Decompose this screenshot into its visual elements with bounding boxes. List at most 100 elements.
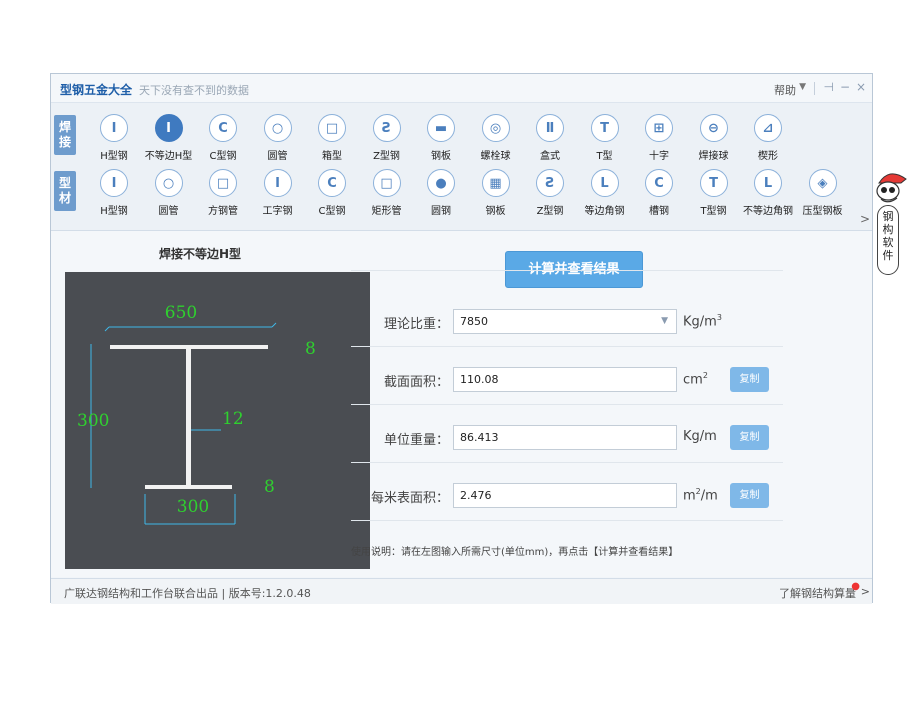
z-section-icon: Ƨ bbox=[372, 114, 401, 142]
app-title: 型钢五金大全 bbox=[60, 83, 133, 97]
divider bbox=[351, 404, 783, 405]
app-subtitle: 天下没有查不到的数据 bbox=[139, 84, 249, 97]
cross-section-icon: ⊞ bbox=[645, 114, 673, 142]
equal-angle-icon: L bbox=[590, 169, 619, 197]
welding-item[interactable]: T T型 bbox=[577, 114, 633, 164]
result-field[interactable]: 110.08 bbox=[453, 367, 677, 392]
mascot[interactable]: 钢 构 软 件 bbox=[873, 169, 909, 279]
copy-button[interactable]: 复制 bbox=[730, 425, 769, 450]
profile-item[interactable]: □ 方钢管 bbox=[195, 169, 251, 219]
h-beam-diagram: 650 8 300 12 8 300 bbox=[77, 303, 316, 525]
copy-button[interactable]: 复制 bbox=[730, 483, 769, 508]
unit-suffix: /m bbox=[700, 488, 718, 504]
minimize-icon[interactable]: − bbox=[840, 80, 850, 94]
i-beam-icon: I bbox=[100, 169, 128, 197]
mascot-char: 构 bbox=[882, 223, 894, 236]
profile-item-label: 钢板 bbox=[485, 206, 506, 217]
unequal-angle-icon: L bbox=[754, 169, 782, 197]
profile-item-label: 方钢管 bbox=[208, 206, 238, 217]
unequal-h-beam-icon: I bbox=[154, 114, 183, 142]
welding-item[interactable]: □ 箱型 bbox=[304, 114, 360, 164]
mascot-char: 件 bbox=[882, 249, 894, 262]
copy-button[interactable]: 复制 bbox=[730, 367, 769, 392]
chevron-right-icon[interactable]: > bbox=[860, 212, 870, 226]
section-drawing: 650 8 300 12 8 300 bbox=[65, 272, 370, 569]
profile-item[interactable]: L 不等边角钢 bbox=[740, 169, 796, 219]
result-field[interactable]: 2.476 bbox=[453, 483, 677, 508]
profile-item[interactable]: C C型钢 bbox=[304, 169, 360, 219]
welding-item[interactable]: Ⅱ 盒式 bbox=[522, 114, 578, 164]
profile-item[interactable]: ○ 圆管 bbox=[141, 169, 197, 219]
density-select[interactable]: 7850 ▼ bbox=[453, 309, 677, 334]
chevron-down-icon[interactable]: ▼ bbox=[661, 310, 668, 333]
chevron-right-icon[interactable]: > bbox=[861, 585, 870, 598]
steel-plate-icon: ▬ bbox=[427, 114, 455, 142]
profile-item[interactable]: L 等边角钢 bbox=[577, 169, 633, 219]
field-value: 2.476 bbox=[460, 489, 492, 502]
profile-item[interactable]: I H型钢 bbox=[86, 169, 142, 219]
divider bbox=[351, 346, 783, 347]
divider bbox=[351, 270, 783, 271]
unit-base: cm bbox=[683, 372, 703, 388]
profile-item[interactable]: ▦ 钢板 bbox=[468, 169, 524, 219]
close-icon[interactable]: × bbox=[856, 80, 866, 94]
profile-item[interactable]: T T型钢 bbox=[686, 169, 742, 219]
welding-item[interactable]: Ƨ Z型钢 bbox=[359, 114, 415, 164]
welding-item[interactable]: ⊞ 十字 bbox=[631, 114, 687, 164]
tab-profile-char: 型 bbox=[58, 176, 71, 190]
result-field[interactable]: 86.413 bbox=[453, 425, 677, 450]
welding-item-label: 十字 bbox=[649, 151, 669, 162]
profile-item[interactable]: ● 圆钢 bbox=[413, 169, 469, 219]
unit-label: Kg/m bbox=[683, 429, 717, 444]
profile-item[interactable]: C 槽钢 bbox=[631, 169, 687, 219]
welding-item-label: 圆管 bbox=[267, 151, 288, 162]
help-menu[interactable]: 帮助 bbox=[774, 82, 796, 98]
welding-item[interactable]: ○ 圆管 bbox=[250, 114, 306, 164]
welding-item-label: H型钢 bbox=[100, 151, 128, 162]
profile-item[interactable]: I 工字钢 bbox=[250, 169, 306, 219]
chevron-down-icon[interactable]: ▼ bbox=[799, 82, 806, 92]
tab-profile-char: 材 bbox=[58, 191, 71, 205]
mascot-char: 钢 bbox=[882, 210, 894, 223]
welding-item[interactable]: I H型钢 bbox=[86, 114, 142, 164]
t-section-icon: T bbox=[699, 169, 728, 197]
learn-more-link[interactable]: 了解钢结构算量 bbox=[779, 585, 856, 601]
welding-item-label: 楔形 bbox=[758, 151, 778, 162]
profile-item-label: 圆钢 bbox=[431, 206, 451, 217]
welding-item-label: 不等边H型 bbox=[144, 151, 193, 162]
channel-icon: C bbox=[645, 169, 673, 197]
tab-welding-char: 焊 bbox=[58, 120, 71, 134]
welding-item-label: T型 bbox=[596, 151, 613, 162]
welding-item-label: 箱型 bbox=[322, 151, 342, 162]
dim-bottom-thickness: 8 bbox=[264, 477, 275, 497]
profile-item-label: 槽钢 bbox=[649, 206, 669, 217]
welding-item[interactable]: I 不等边H型 bbox=[141, 114, 197, 164]
figure-title: 焊接不等边H型 bbox=[159, 247, 242, 261]
profile-item[interactable]: □ 矩形管 bbox=[359, 169, 415, 219]
round-tube-icon: ○ bbox=[154, 169, 183, 197]
box-section-icon: □ bbox=[318, 114, 346, 142]
profile-item-label: Z型钢 bbox=[536, 206, 564, 217]
welding-item[interactable]: ◎ 螺栓球 bbox=[468, 114, 524, 164]
dim-web-thickness: 12 bbox=[222, 409, 244, 429]
unit-label: Kg/m3 bbox=[683, 313, 722, 329]
dim-height: 300 bbox=[77, 411, 109, 431]
unit-exponent: 2 bbox=[702, 371, 708, 380]
c-channel-icon: C bbox=[209, 114, 237, 142]
round-bar-icon: ● bbox=[427, 169, 455, 197]
tab-profile[interactable]: 型 材 bbox=[54, 171, 76, 211]
profile-item[interactable]: Ƨ Z型钢 bbox=[522, 169, 578, 219]
round-tube-icon: ○ bbox=[263, 114, 292, 142]
welding-item[interactable]: C C型钢 bbox=[195, 114, 251, 164]
pin-icon[interactable]: ⊣ bbox=[824, 80, 834, 94]
welding-item[interactable]: ▬ 钢板 bbox=[413, 114, 469, 164]
welding-item[interactable]: ⊖ 焊接球 bbox=[686, 114, 742, 164]
field-value: 110.08 bbox=[460, 373, 499, 386]
divider bbox=[351, 462, 783, 463]
profile-item[interactable]: ◈ 压型钢板 bbox=[795, 169, 851, 219]
tab-welding[interactable]: 焊 接 bbox=[54, 115, 76, 155]
unit-base: Kg/m bbox=[683, 314, 717, 330]
web bbox=[186, 349, 191, 485]
divider bbox=[351, 520, 783, 521]
welding-item[interactable]: ⊿ 楔形 bbox=[740, 114, 796, 164]
